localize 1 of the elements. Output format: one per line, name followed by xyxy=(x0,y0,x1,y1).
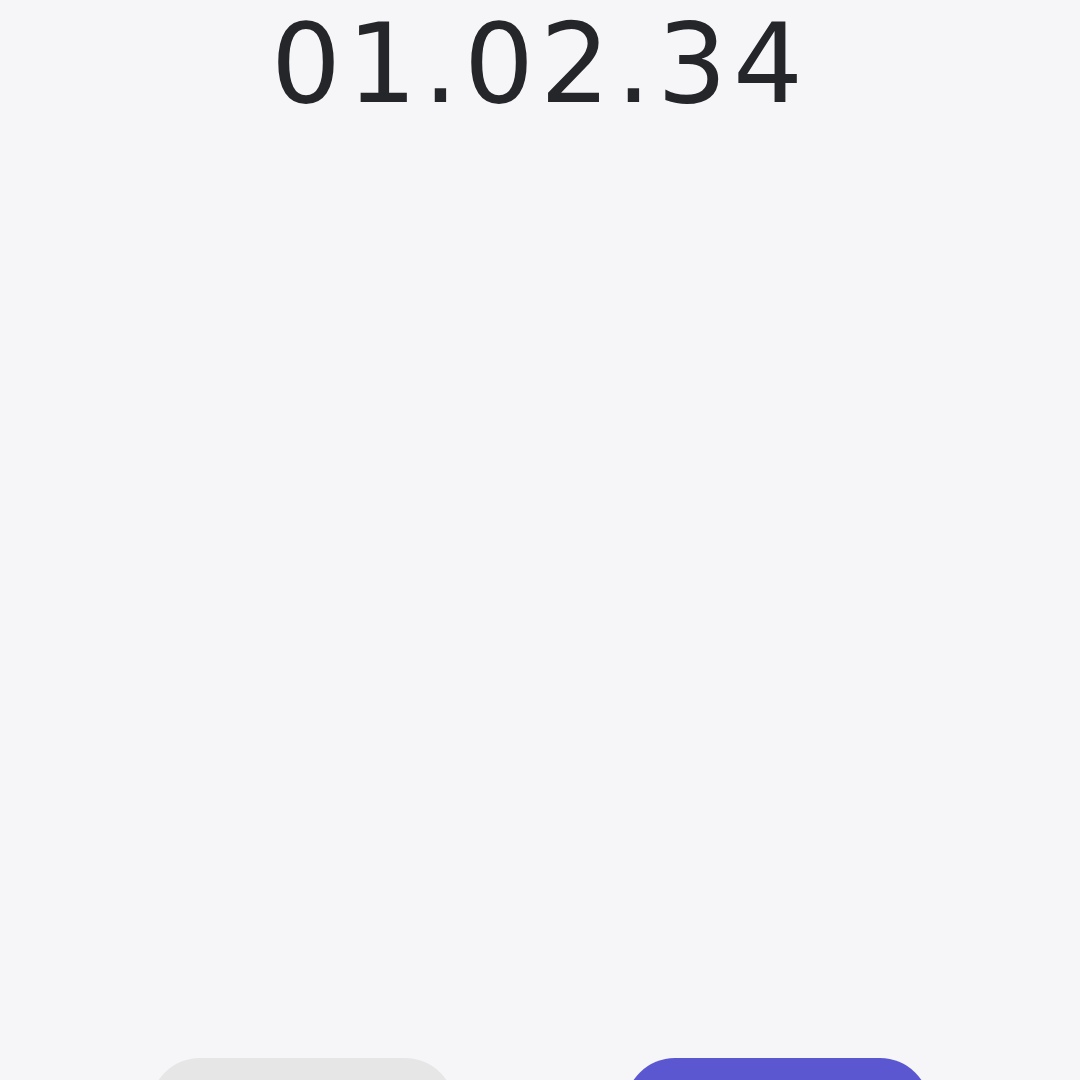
timer-display: 01.02.34 xyxy=(271,4,809,125)
